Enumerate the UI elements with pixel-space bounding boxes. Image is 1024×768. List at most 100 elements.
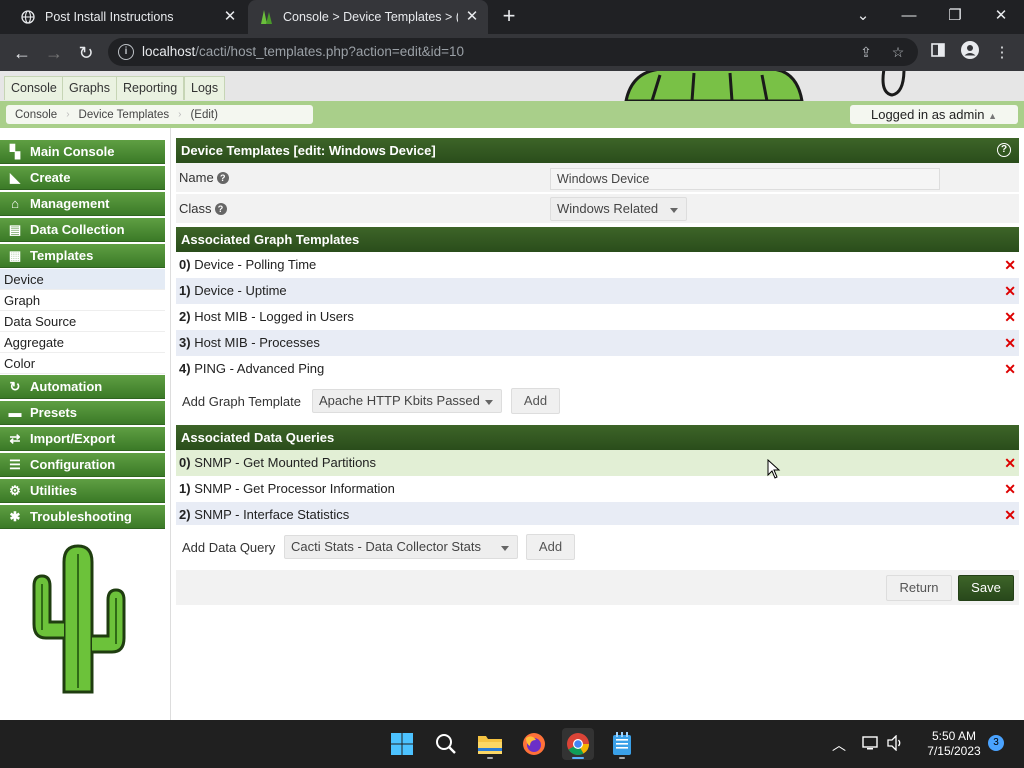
browser-tab-post-install[interactable]: Post Install Instructions ✕ xyxy=(8,0,246,34)
delete-x-icon[interactable]: ✕ xyxy=(1004,330,1016,356)
sidebar-subitem-aggregate[interactable]: Aggregate xyxy=(0,332,165,353)
breadcrumb-console[interactable]: Console xyxy=(6,109,66,121)
minimize-icon[interactable]: — xyxy=(898,6,920,26)
sidebar-subitem-device[interactable]: Device xyxy=(0,269,165,290)
breadcrumb-edit: (Edit) xyxy=(190,108,218,121)
cactus-banner-graphic xyxy=(622,71,1024,101)
graph-template-row: 1) Device - Uptime ✕ xyxy=(176,278,1019,304)
share-icon[interactable]: ⇪ xyxy=(856,42,876,62)
sidebar-item-templates[interactable]: ▦ Templates xyxy=(0,244,165,268)
caret-up-icon: ▲ xyxy=(988,111,998,121)
add-data-query-button[interactable]: Add xyxy=(526,534,575,560)
caret-down-icon xyxy=(485,400,493,405)
active-indicator xyxy=(572,757,584,759)
add-graph-template-label: Add Graph Template xyxy=(182,394,301,409)
delete-x-icon[interactable]: ✕ xyxy=(1004,450,1016,476)
sidebar-subitem-graph[interactable]: Graph xyxy=(0,290,165,311)
data-query-select[interactable]: Cacti Stats - Data Collector Stats xyxy=(284,535,518,559)
user-menu[interactable]: Logged in as admin ▲ xyxy=(850,105,1018,124)
mouse-cursor-icon xyxy=(767,458,781,479)
template-icon: ▦ xyxy=(8,248,22,263)
graph-template-select[interactable]: Apache HTTP Kbits Passed xyxy=(312,389,502,413)
chart-icon: ◣ xyxy=(10,170,20,185)
menu-kebab-icon[interactable]: ⋮ xyxy=(990,41,1014,65)
sidebar-item-presets[interactable]: ▬ Presets xyxy=(0,401,165,425)
tab-search-chevron-icon[interactable]: ⌄ xyxy=(852,6,874,26)
name-input[interactable]: Windows Device xyxy=(550,168,940,190)
sidebar-item-create[interactable]: ◣ Create xyxy=(0,166,165,190)
volume-icon[interactable] xyxy=(886,734,906,753)
delete-x-icon[interactable]: ✕ xyxy=(1004,252,1016,278)
bookmark-star-icon[interactable]: ☆ xyxy=(888,42,908,62)
transfer-icon: ⇄ xyxy=(9,431,21,446)
breadcrumb-device-templates[interactable]: Device Templates xyxy=(70,109,179,121)
sidebar-item-management[interactable]: ⌂ Management xyxy=(0,192,165,216)
page-title: Device Templates [edit: Windows Device] xyxy=(181,143,436,158)
forward-icon[interactable]: → xyxy=(42,41,66,65)
sidebar-subitem-color[interactable]: Color xyxy=(0,353,165,374)
map-icon: ▚ xyxy=(10,144,20,159)
save-button[interactable]: Save xyxy=(958,575,1014,601)
notepad-icon[interactable] xyxy=(606,728,638,760)
search-icon[interactable] xyxy=(430,728,462,760)
running-indicator xyxy=(487,757,493,759)
breadcrumb-bar: Console › Device Templates › (Edit) Logg… xyxy=(0,101,1024,128)
sidebar-item-import-export[interactable]: ⇄ Import/Export xyxy=(0,427,165,451)
add-graph-template-button[interactable]: Add xyxy=(511,388,560,414)
tab-title: Console > Device Templates > (Edit) xyxy=(283,10,458,24)
tab-reporting[interactable]: Reporting xyxy=(116,76,185,100)
delete-x-icon[interactable]: ✕ xyxy=(1004,304,1016,330)
restore-icon[interactable]: ❐ xyxy=(944,6,966,26)
name-label: Name? xyxy=(179,170,229,185)
sidebar-item-label: Automation xyxy=(30,379,103,394)
delete-x-icon[interactable]: ✕ xyxy=(1004,476,1016,502)
tab-logs[interactable]: Logs xyxy=(184,76,226,100)
sidebar-subitem-data-source[interactable]: Data Source xyxy=(0,311,165,332)
sidebar-item-label: Troubleshooting xyxy=(30,509,132,524)
reload-icon[interactable]: ↻ xyxy=(74,41,98,65)
help-question-icon[interactable]: ? xyxy=(214,203,227,215)
class-select[interactable]: Windows Related xyxy=(550,197,687,221)
add-data-query-row: Add Data Query Cacti Stats - Data Collec… xyxy=(176,525,1019,571)
url-bar[interactable]: i localhost/cacti/host_templates.php?act… xyxy=(108,38,918,66)
close-window-icon[interactable]: ✕ xyxy=(990,6,1012,26)
firefox-icon[interactable] xyxy=(518,728,550,760)
sidebar-item-label: Main Console xyxy=(30,144,115,159)
side-panel-icon[interactable] xyxy=(926,41,950,65)
sidebar-item-configuration[interactable]: ☰ Configuration xyxy=(0,453,165,477)
back-icon[interactable]: ← xyxy=(10,41,34,65)
tab-graphs[interactable]: Graphs xyxy=(62,76,117,100)
tab-console[interactable]: Console xyxy=(4,76,64,100)
network-icon[interactable] xyxy=(862,735,882,753)
name-row: Name? Windows Device xyxy=(176,163,1019,193)
sidebar-item-automation[interactable]: ↻ Automation xyxy=(0,375,165,399)
help-icon[interactable]: ? xyxy=(997,143,1011,157)
windows-taskbar: ︿ 5:50 AM 7/15/2023 xyxy=(0,720,1024,768)
system-clock[interactable]: 5:50 AM 7/15/2023 xyxy=(918,729,990,759)
chevron-up-icon[interactable]: ︿ xyxy=(832,735,848,753)
windows-start-icon[interactable] xyxy=(386,728,418,760)
sidebar-item-label: Data Collection xyxy=(30,222,125,237)
delete-x-icon[interactable]: ✕ xyxy=(1004,278,1016,304)
help-question-icon[interactable]: ? xyxy=(216,172,229,184)
sidebar-item-troubleshooting[interactable]: ✱ Troubleshooting xyxy=(0,505,165,529)
preset-icon: ▬ xyxy=(8,405,22,420)
browser-tab-bar: Post Install Instructions ✕ Console > De… xyxy=(0,0,1024,34)
file-explorer-icon[interactable] xyxy=(474,728,506,760)
chrome-icon[interactable] xyxy=(562,728,594,760)
data-query-row: 0) SNMP - Get Mounted Partitions ✕ xyxy=(176,450,1019,476)
return-button[interactable]: Return xyxy=(886,575,952,601)
close-tab-icon[interactable]: ✕ xyxy=(222,9,238,25)
notification-badge[interactable]: 3 xyxy=(988,735,1004,751)
browser-tab-device-templates[interactable]: Console > Device Templates > (Edit) ✕ xyxy=(248,0,488,34)
profile-icon[interactable] xyxy=(958,41,982,65)
close-tab-icon[interactable]: ✕ xyxy=(464,9,480,25)
class-select-value: Windows Related xyxy=(557,201,659,216)
sidebar-item-utilities[interactable]: ⚙ Utilities xyxy=(0,479,165,503)
globe-icon xyxy=(20,9,36,25)
sidebar-item-data-collection[interactable]: ▤ Data Collection xyxy=(0,218,165,242)
new-tab-icon[interactable]: + xyxy=(498,5,520,28)
running-indicator xyxy=(619,757,625,759)
sidebar-item-main-console[interactable]: ▚ Main Console xyxy=(0,140,165,164)
site-info-icon[interactable]: i xyxy=(118,44,134,60)
